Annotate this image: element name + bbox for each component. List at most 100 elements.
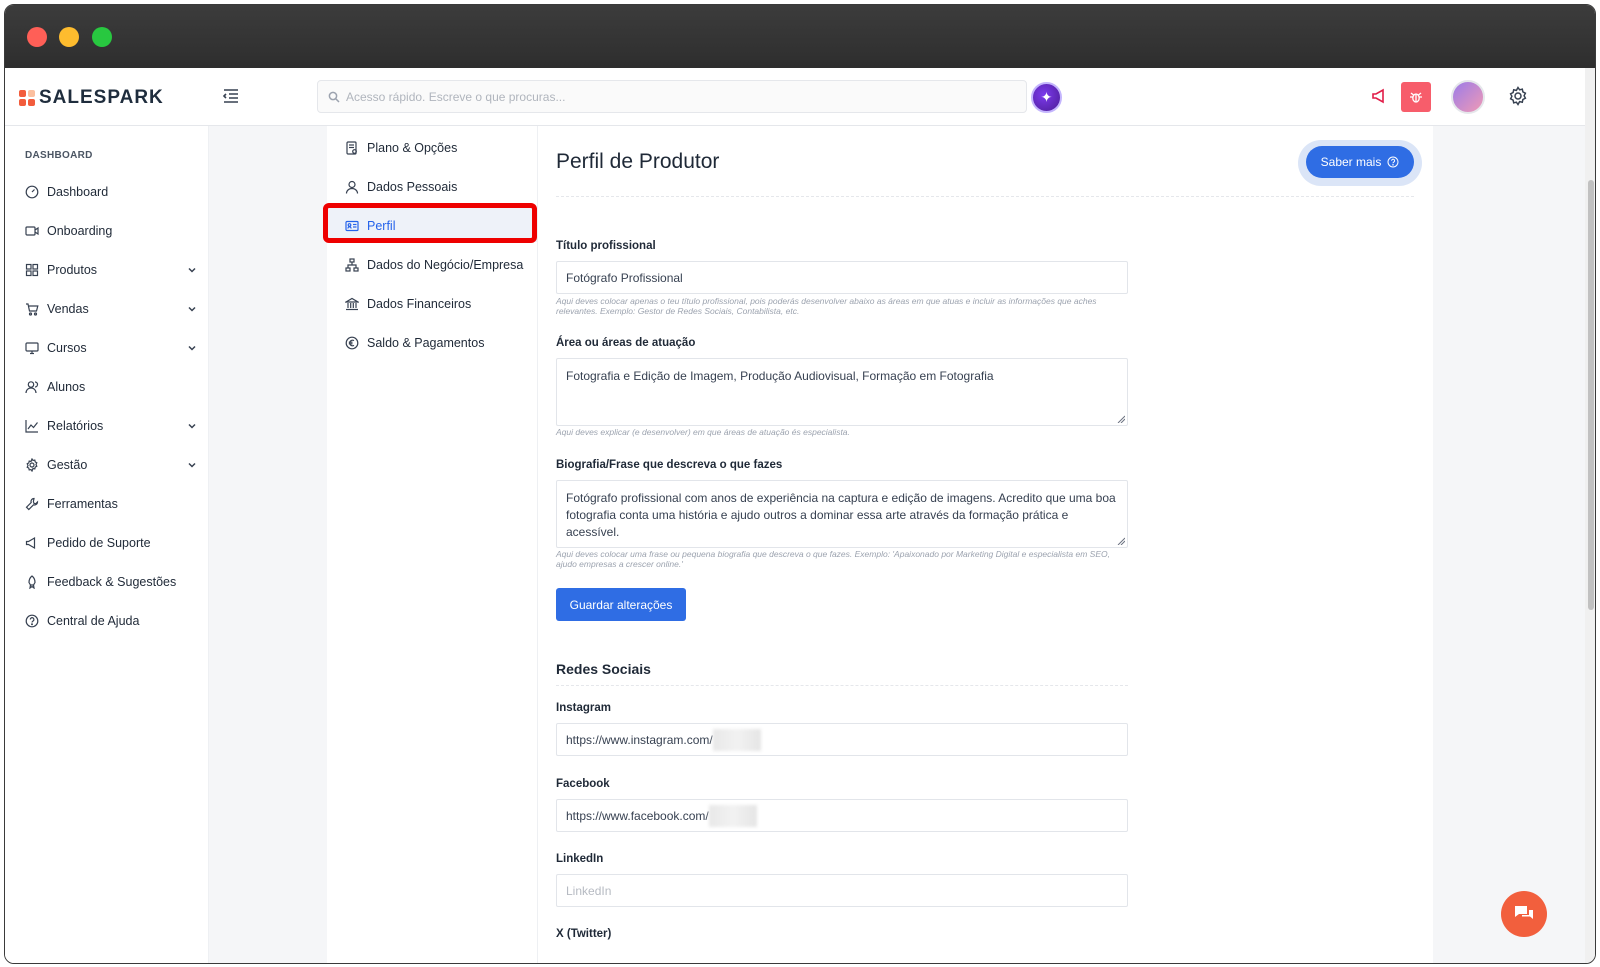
salespark-logo[interactable]: SALESPARK (19, 87, 164, 109)
bio-hint: Aqui deves colocar uma frase ou pequena … (556, 549, 1110, 569)
twitter-label: X (Twitter) (556, 928, 612, 940)
bank-icon (345, 297, 359, 311)
chat-icon (1515, 906, 1533, 919)
logo-text: SALESPARK (39, 87, 164, 108)
chat-support-button[interactable] (1501, 891, 1547, 937)
page-scrollbar[interactable] (1585, 68, 1595, 963)
sidebar-item-label: Alunos (47, 380, 86, 394)
grid-icon (25, 263, 39, 277)
menu-collapse-icon[interactable] (221, 86, 241, 106)
submenu-item-label: Plano & Opções (367, 141, 458, 155)
titulo-value: Fotógrafo Profissional (566, 270, 683, 285)
linkedin-label: LinkedIn (556, 853, 604, 865)
report-bug-button[interactable] (1401, 82, 1431, 112)
sidebar-item-alunos[interactable]: Alunos (25, 375, 197, 399)
titulo-input[interactable]: Fotógrafo Profissional (556, 261, 1128, 294)
settings-gear-icon[interactable] (1507, 85, 1529, 107)
quick-search[interactable] (317, 80, 1027, 113)
submenu-item-label: Dados Pessoais (367, 180, 458, 194)
user-avatar[interactable] (1451, 80, 1485, 114)
highlight-box (323, 203, 537, 243)
chevron-down-icon (188, 345, 196, 351)
submenu-item-label: Dados Financeiros (367, 297, 472, 311)
sidebar-item-ferramentas[interactable]: Ferramentas (25, 492, 197, 516)
monitor-icon (25, 342, 39, 355)
titulo-label: Título profissional (556, 240, 656, 252)
account-submenu: Plano & Opções Dados Pessoais Perfil Dad… (327, 126, 537, 963)
sidebar-item-label: Feedback & Sugestões (47, 575, 177, 589)
chevron-down-icon (188, 267, 196, 273)
submenu-item-label: Saldo & Pagamentos (367, 336, 485, 350)
facebook-label: Facebook (556, 778, 610, 790)
submenu-item-plano[interactable]: Plano & Opções (345, 136, 535, 160)
top-bar: SALESPARK ✦ (5, 68, 1585, 126)
sidebar-item-label: Pedido de Suporte (47, 536, 151, 550)
save-changes-button[interactable]: Guardar alterações (556, 588, 686, 621)
social-divider (556, 685, 1128, 686)
sitemap-icon (345, 258, 359, 272)
sidebar-item-cursos[interactable]: Cursos (25, 336, 197, 360)
search-icon (328, 91, 340, 103)
sidebar-item-onboarding[interactable]: Onboarding (25, 219, 197, 243)
sidebar-item-produtos[interactable]: Produtos (25, 258, 197, 282)
sidebar-item-pedido-suporte[interactable]: Pedido de Suporte (25, 531, 197, 555)
chevron-down-icon (188, 462, 196, 468)
area-hint: Aqui deves explicar (e desenvolver) em q… (556, 427, 850, 437)
sidebar-item-central-ajuda[interactable]: Central de Ajuda (25, 609, 197, 633)
sidebar-item-label: Onboarding (47, 224, 113, 238)
logo-mark-icon (19, 90, 35, 106)
sidebar-item-vendas[interactable]: Vendas (25, 297, 197, 321)
main-sidebar: DASHBOARD Dashboard Onboarding Produtos … (5, 126, 209, 963)
sidebar-item-label: Cursos (47, 341, 87, 355)
resize-handle-icon[interactable] (1117, 537, 1125, 545)
video-icon (25, 226, 39, 236)
close-window-button[interactable] (27, 27, 47, 47)
gauge-icon (25, 185, 39, 199)
submenu-item-dados-negocio[interactable]: Dados do Negócio/Empresa (345, 253, 535, 277)
sidebar-item-label: Relatórios (47, 419, 104, 433)
megaphone-icon[interactable] (1369, 86, 1389, 106)
sparkle-icon: ✦ (1040, 89, 1053, 105)
instagram-input[interactable]: https://www.instagram.com/ (556, 723, 1128, 756)
document-icon (346, 141, 357, 155)
linkedin-input[interactable]: LinkedIn (556, 874, 1128, 907)
submenu-item-dados-financeiros[interactable]: Dados Financeiros (345, 292, 535, 316)
facebook-input[interactable]: https://www.facebook.com/ (556, 799, 1128, 832)
sidebar-item-label: Central de Ajuda (47, 614, 140, 628)
sidebar-item-gestao[interactable]: Gestão (25, 453, 197, 477)
user-icon (345, 180, 359, 194)
sidebar-item-label: Produtos (47, 263, 98, 277)
maximize-window-button[interactable] (92, 27, 112, 47)
saber-mais-label: Saber mais (1320, 155, 1382, 169)
minimize-window-button[interactable] (59, 27, 79, 47)
linkedin-placeholder: LinkedIn (566, 883, 612, 898)
ai-assistant-button[interactable]: ✦ (1031, 82, 1062, 113)
redacted-handle (712, 728, 761, 751)
submenu-item-dados-pessoais[interactable]: Dados Pessoais (345, 175, 535, 199)
window-titlebar (5, 5, 1595, 68)
search-input[interactable] (346, 89, 986, 104)
sidebar-item-label: Vendas (47, 302, 89, 316)
title-divider (556, 196, 1414, 197)
submenu-item-saldo[interactable]: Saldo & Pagamentos (345, 331, 535, 355)
chart-icon (25, 420, 38, 433)
resize-handle-icon[interactable] (1117, 415, 1125, 423)
users-icon (25, 381, 39, 394)
area-textarea[interactable]: Fotografia e Edição de Imagem, Produção … (556, 358, 1128, 426)
bio-value: Fotógrafo profissional com anos de exper… (566, 491, 1116, 539)
app-window: SALESPARK ✦ DASHBOARD Dashboard Onboardi… (4, 4, 1596, 964)
bio-textarea[interactable]: Fotógrafo profissional com anos de exper… (556, 480, 1128, 548)
scrollbar-thumb[interactable] (1588, 180, 1594, 610)
megaphone-icon (25, 536, 36, 550)
submenu-item-label: Dados do Negócio/Empresa (367, 258, 524, 272)
sidebar-item-dashboard[interactable]: Dashboard (25, 180, 197, 204)
sidebar-item-relatorios[interactable]: Relatórios (25, 414, 197, 438)
titulo-hint: Aqui deves colocar apenas o teu título p… (556, 296, 1097, 316)
sidebar-item-feedback[interactable]: Feedback & Sugestões (25, 570, 197, 594)
help-circle-icon (25, 614, 39, 628)
saber-mais-button[interactable]: Saber mais (1306, 146, 1414, 178)
rocket-icon (28, 575, 36, 589)
sidebar-heading: DASHBOARD (25, 150, 93, 161)
chevron-down-icon (188, 306, 196, 312)
chevron-down-icon (188, 423, 196, 429)
